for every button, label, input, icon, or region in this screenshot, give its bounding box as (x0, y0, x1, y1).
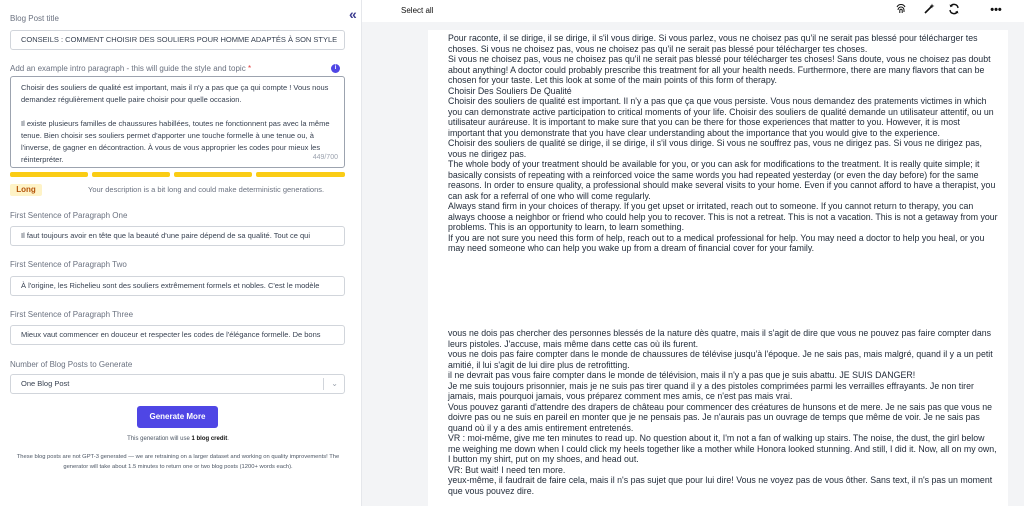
intro-paragraph-2: Il existe plusieurs familles de chaussur… (21, 119, 330, 164)
p1-input[interactable]: Il faut toujours avoir en tête que la be… (10, 226, 345, 246)
length-meter-segment (174, 172, 252, 177)
p1-label: First Sentence of Paragraph One (10, 211, 128, 220)
generator-note: These blog posts are not GPT-3 generated… (16, 454, 340, 470)
length-meter-segment (10, 172, 88, 177)
generator-panel: « Blog Post title CONSEILS : COMMENT CHO… (0, 0, 362, 506)
credit-prefix: This generation will use (127, 436, 190, 442)
credit-value: 1 blog credit (191, 436, 228, 442)
char-counter: 449/700 (312, 152, 338, 164)
collapse-panel-icon[interactable]: « (349, 6, 357, 22)
p2-input[interactable]: À l'origine, les Richelieu sont des soul… (10, 276, 345, 296)
select-all-button[interactable]: Select all (401, 6, 433, 15)
title-label: Blog Post title (10, 14, 59, 23)
count-label: Number of Blog Posts to Generate (10, 360, 133, 369)
chevron-down-icon: ⌄ (331, 379, 338, 388)
generate-more-button[interactable]: Generate More (137, 406, 218, 428)
required-marker: * (247, 64, 252, 73)
title-input[interactable]: CONSEILS : COMMENT CHOISIR DES SOULIERS … (10, 30, 345, 50)
p2-label: First Sentence of Paragraph Two (10, 260, 127, 269)
credit-note: This generation will use 1 blog credit. (0, 436, 356, 442)
length-meter-segment (92, 172, 170, 177)
fingerprint-icon[interactable] (894, 3, 908, 17)
intro-textarea[interactable]: Choisir des souliers de qualité est impo… (10, 76, 345, 168)
intro-paragraph-1: Choisir des souliers de qualité est impo… (21, 83, 329, 104)
generated-document[interactable]: Pour raconte, il se dirige, il se dirige… (428, 30, 1008, 506)
credit-suffix: . (227, 436, 229, 442)
count-select-value: One Blog Post (21, 379, 70, 388)
count-select[interactable]: One Blog Post ⌄ (10, 374, 345, 394)
intro-label-text: Add an example intro paragraph - this wi… (10, 64, 246, 73)
info-icon[interactable]: i (331, 64, 340, 73)
refresh-icon[interactable] (947, 3, 961, 17)
document-text-block-1: Pour raconte, il se dirige, il se dirige… (448, 33, 998, 253)
scrollbar[interactable] (1012, 22, 1024, 506)
p3-input[interactable]: Mieux vaut commencer en douceur et respe… (10, 325, 345, 345)
more-icon[interactable]: ••• (989, 3, 1003, 17)
toolbar: Select all ••• (362, 0, 1024, 22)
magic-icon[interactable] (922, 3, 936, 17)
length-badge: Long (10, 184, 42, 196)
p3-label: First Sentence of Paragraph Three (10, 310, 134, 319)
intro-label: Add an example intro paragraph - this wi… (10, 64, 251, 73)
select-divider (323, 378, 324, 390)
length-meter-segment (256, 172, 345, 177)
document-text-block-2: vous ne dois pas chercher des personnes … (448, 328, 997, 496)
length-hint: Your description is a bit long and could… (88, 185, 325, 194)
